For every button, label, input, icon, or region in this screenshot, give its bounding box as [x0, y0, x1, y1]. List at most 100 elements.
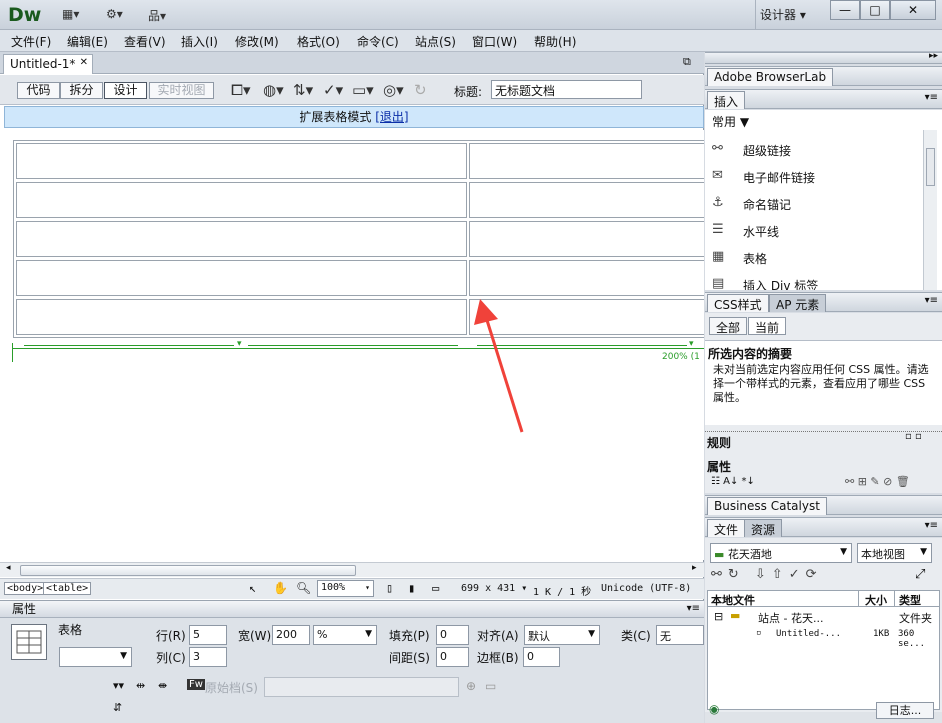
- tablet-size-icon[interactable]: ▮: [408, 581, 415, 595]
- design-view-button[interactable]: 设计: [104, 82, 147, 99]
- table[interactable]: [13, 140, 704, 338]
- insert-hyperlink[interactable]: ⚯ 超级链接: [705, 136, 923, 163]
- col-type[interactable]: 类型: [899, 592, 921, 608]
- visual-aids-icon[interactable]: ▭▾: [352, 81, 374, 99]
- document-tab[interactable]: Untitled-1* ✕: [3, 54, 93, 74]
- panel-menu-icon[interactable]: ▾≡: [687, 601, 700, 617]
- insert-tab[interactable]: 插入: [707, 91, 746, 109]
- workspace-switcher[interactable]: 设计器 ▾: [760, 6, 806, 23]
- tab-close-icon[interactable]: ✕: [80, 57, 88, 68]
- table-cell[interactable]: [16, 143, 467, 179]
- table-cell[interactable]: [469, 260, 704, 296]
- scroll-left-icon[interactable]: ◂: [6, 563, 11, 573]
- browserlab-tab[interactable]: Adobe BrowserLab: [707, 68, 834, 86]
- col2-menu-icon[interactable]: ▾: [689, 339, 694, 349]
- file-management-icon[interactable]: ⇅▾: [293, 81, 313, 99]
- insert-named-anchor[interactable]: ⚓ 命名锚记: [705, 190, 923, 217]
- menu-file[interactable]: 文件(F): [11, 33, 51, 50]
- design-canvas[interactable]: ▾ ▾ 200% (1: [0, 130, 704, 560]
- exit-expanded-mode-link[interactable]: [退出]: [375, 110, 408, 124]
- insert-scrollbar[interactable]: [923, 130, 937, 290]
- insert-panel-menu-icon[interactable]: ▾≡: [925, 92, 938, 103]
- align-select[interactable]: 默认 ▼: [524, 625, 600, 645]
- ap-elements-tab[interactable]: AP 元素: [769, 294, 827, 312]
- css-toolbar-icons[interactable]: ⚯ ⊞ ✎ ⊘ 🗑︎: [845, 475, 910, 488]
- split-view-button[interactable]: 拆分: [60, 82, 103, 99]
- browser-check-icon[interactable]: ◎▾: [383, 81, 404, 99]
- window-size[interactable]: 699 x 431 ▾: [461, 583, 527, 594]
- assets-tab[interactable]: 资源: [744, 519, 783, 537]
- menu-insert[interactable]: 插入(I): [181, 33, 218, 50]
- gear-icon[interactable]: ⚙▾: [106, 7, 123, 21]
- convert-widths-px-icon[interactable]: ⇹: [136, 679, 145, 692]
- col-local-files[interactable]: 本地文件: [711, 592, 755, 608]
- zoom-select[interactable]: 100% ▾: [317, 580, 374, 597]
- files-panel-menu-icon[interactable]: ▾≡: [925, 520, 938, 531]
- table-cell[interactable]: [469, 221, 704, 257]
- expand-icon[interactable]: ⤢: [915, 567, 925, 582]
- files-tab[interactable]: 文件: [707, 519, 746, 537]
- category-view-icon[interactable]: ☷ A↓ *↓: [711, 476, 755, 487]
- table-cell[interactable]: [16, 182, 467, 218]
- menu-window[interactable]: 窗口(W): [472, 33, 517, 50]
- rows-input[interactable]: 5: [189, 625, 227, 645]
- desktop-size-icon[interactable]: ▭: [432, 581, 439, 595]
- col1-menu-icon[interactable]: ▾: [237, 339, 242, 349]
- spacing-input[interactable]: 0: [436, 647, 469, 667]
- source-input[interactable]: [264, 677, 459, 697]
- site-root-row[interactable]: ⊟ ▬ 站点 - 花天... 文件夹: [710, 609, 940, 627]
- class-select[interactable]: 无: [656, 625, 704, 645]
- zoom-tool-icon[interactable]: 🔍︎: [296, 581, 311, 595]
- cols-input[interactable]: 3: [189, 647, 227, 667]
- width-input[interactable]: 200: [272, 625, 310, 645]
- table-cell[interactable]: [16, 221, 467, 257]
- table-cell[interactable]: [16, 260, 467, 296]
- insert-scroll-thumb[interactable]: [926, 148, 935, 186]
- view-select[interactable]: 本地视图 ▼: [857, 543, 932, 563]
- phone-size-icon[interactable]: ▯: [386, 581, 393, 595]
- business-catalyst-tab[interactable]: Business Catalyst: [707, 497, 827, 515]
- width-unit-select[interactable]: % ▼: [313, 625, 377, 645]
- menu-format[interactable]: 格式(O): [297, 33, 340, 50]
- menu-help[interactable]: 帮助(H): [534, 33, 576, 50]
- multiscreen-icon[interactable]: ⧠▾: [231, 81, 251, 99]
- css-panel-menu-icon[interactable]: ▾≡: [925, 295, 938, 306]
- scroll-thumb[interactable]: [20, 565, 356, 576]
- title-input[interactable]: 无标题文档: [491, 80, 642, 99]
- convert-widths-pct-icon[interactable]: ⇼: [158, 679, 167, 692]
- css-styles-tab[interactable]: CSS样式: [707, 294, 769, 312]
- css-current-tab[interactable]: 当前: [748, 317, 787, 335]
- menu-view[interactable]: 查看(V): [124, 33, 166, 50]
- insert-table[interactable]: ▦ 表格: [705, 244, 923, 271]
- maximize-button[interactable]: □: [860, 0, 890, 20]
- css-all-tab[interactable]: 全部: [709, 317, 748, 335]
- log-button[interactable]: 日志...: [876, 702, 934, 719]
- col-size[interactable]: 大小: [865, 592, 887, 608]
- insert-horizontal-rule[interactable]: ☰ 水平线: [705, 217, 923, 244]
- table-cell[interactable]: [16, 299, 467, 335]
- table-cell[interactable]: [469, 182, 704, 218]
- insert-category-select[interactable]: 常用 ▼: [712, 113, 749, 130]
- horizontal-scrollbar[interactable]: ◂ ▸: [0, 562, 704, 577]
- layout-icon[interactable]: ▦▾: [62, 7, 79, 21]
- rules-view-icons[interactable]: ▫ ▫: [905, 431, 922, 442]
- table-cell[interactable]: [469, 143, 704, 179]
- point-to-file-icon[interactable]: ⊕: [466, 679, 476, 693]
- border-input[interactable]: 0: [523, 647, 560, 667]
- menu-site[interactable]: 站点(S): [415, 33, 456, 50]
- menu-commands[interactable]: 命令(C): [357, 33, 399, 50]
- tag-table[interactable]: <table>: [43, 582, 92, 595]
- w3c-validation-icon[interactable]: ✓▾: [323, 81, 343, 99]
- restore-doc-icon[interactable]: ⧉: [683, 55, 691, 69]
- code-view-button[interactable]: 代码: [17, 82, 60, 99]
- menu-edit[interactable]: 编辑(E): [67, 33, 108, 50]
- browser-preview-icon[interactable]: ◍▾: [263, 81, 284, 99]
- file-row[interactable]: ▫ Untitled-... 1KB 360 se...: [710, 628, 940, 649]
- hand-tool-icon[interactable]: ✋: [273, 581, 288, 595]
- clear-col-widths-icon[interactable]: ▾▾: [113, 679, 124, 692]
- scroll-right-icon[interactable]: ▸: [692, 563, 697, 573]
- site-icon[interactable]: 品▾: [148, 7, 166, 24]
- files-toolbar-icons[interactable]: ⚯↻ ⇩⇧✓⟳: [711, 567, 823, 582]
- browse-folder-icon[interactable]: ▭: [485, 679, 496, 693]
- close-button[interactable]: ✕: [890, 0, 936, 20]
